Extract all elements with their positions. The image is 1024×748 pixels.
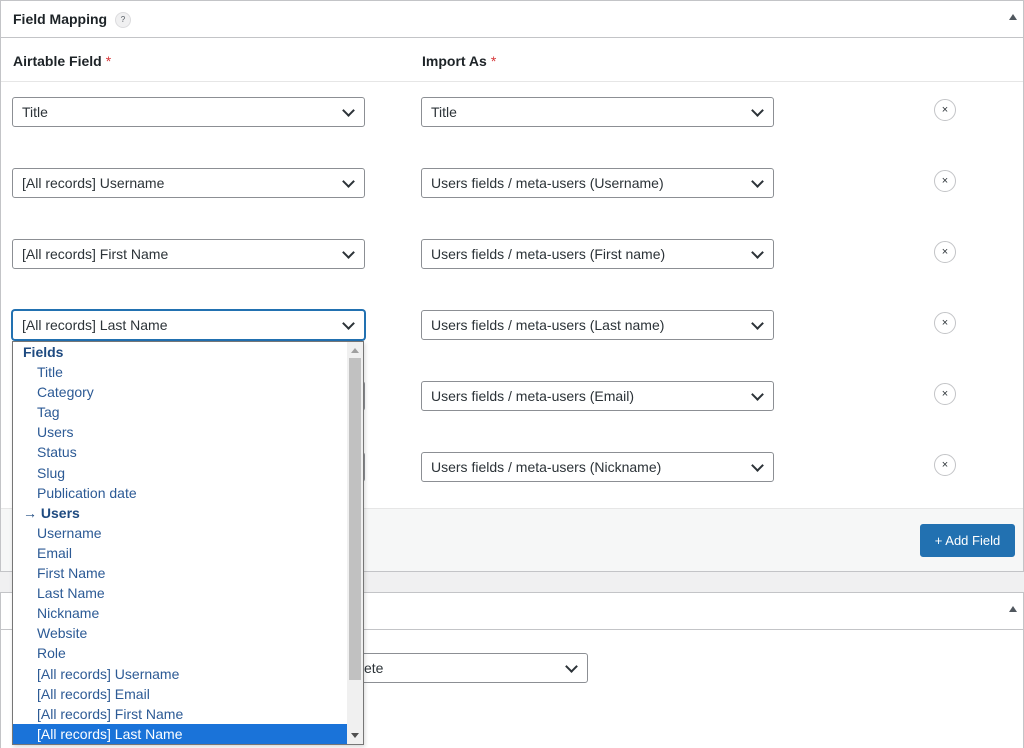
dropdown-option[interactable]: Publication date	[13, 483, 348, 503]
dropdown-option[interactable]: Tag	[13, 402, 348, 422]
mapping-row: [All records] Username Users fields / me…	[1, 153, 1023, 225]
dropdown-option[interactable]: Status	[13, 442, 348, 462]
dropdown-option[interactable]: Last Name	[13, 583, 348, 603]
chevron-down-icon	[751, 459, 764, 472]
chevron-down-icon	[751, 104, 764, 117]
scroll-down-arrow-icon[interactable]	[351, 733, 359, 738]
collapse-up-icon[interactable]	[1009, 606, 1017, 612]
chevron-down-icon	[342, 317, 355, 330]
chevron-down-icon	[751, 388, 764, 401]
select-value: Users fields / meta-users (Last name)	[431, 317, 665, 333]
collapse-up-icon[interactable]	[1009, 14, 1017, 20]
column-header-import-as: Import As *	[422, 53, 496, 69]
dropdown-option[interactable]: [All records] First Name	[13, 704, 348, 724]
panel-header[interactable]: Field Mapping ?	[1, 1, 1023, 38]
required-mark: *	[105, 53, 112, 69]
dropdown-option[interactable]: Category	[13, 382, 348, 402]
remove-row-button[interactable]: ×	[934, 312, 956, 334]
select-value: Title	[22, 104, 48, 120]
chevron-down-icon	[751, 246, 764, 259]
remove-row-button[interactable]: ×	[934, 99, 956, 121]
chevron-down-icon	[565, 660, 578, 673]
select-value: ete	[364, 660, 384, 676]
chevron-down-icon	[342, 175, 355, 188]
dropdown-option[interactable]: Email	[13, 543, 348, 563]
dropdown-option[interactable]: [All records] Last Name	[13, 723, 348, 744]
dropdown-option[interactable]: Title	[13, 362, 348, 382]
dropdown-option[interactable]: Slug	[13, 463, 348, 483]
dropdown-group-label: Fields	[23, 344, 64, 360]
required-mark: *	[490, 53, 497, 69]
dropdown-option[interactable]: Website	[13, 623, 348, 643]
panel-title: Field Mapping	[13, 11, 108, 27]
select-value: Users fields / meta-users (Nickname)	[431, 459, 662, 475]
import-as-select[interactable]: Users fields / meta-users (Last name)	[421, 310, 774, 340]
chevron-down-icon	[751, 175, 764, 188]
settings-select[interactable]: ete	[341, 653, 588, 683]
dropdown-scrollbar[interactable]	[347, 342, 363, 744]
dropdown-option[interactable]: Nickname	[13, 603, 348, 623]
dropdown-option[interactable]: First Name	[13, 563, 348, 583]
mapping-row: Title Title ×	[1, 82, 1023, 154]
dropdown-option[interactable]: [All records] Username	[13, 664, 348, 684]
select-value: [All records] First Name	[22, 246, 169, 262]
dropdown-option[interactable]: Username	[13, 523, 348, 543]
import-as-select[interactable]: Users fields / meta-users (Nickname)	[421, 452, 774, 482]
select-value: Title	[431, 104, 457, 120]
dropdown-option[interactable]: [All records] Email	[13, 684, 348, 704]
remove-row-button[interactable]: ×	[934, 170, 956, 192]
remove-row-button[interactable]: ×	[934, 241, 956, 263]
airtable-field-select[interactable]: Title	[12, 97, 365, 127]
remove-row-button[interactable]: ×	[934, 454, 956, 476]
dropdown-option[interactable]: Role	[13, 643, 348, 663]
airtable-field-dropdown-list[interactable]: Fields Title Category Tag Users Status Slug Pub…	[12, 341, 364, 745]
airtable-field-select[interactable]: [All records] First Name	[12, 239, 365, 269]
import-as-select[interactable]: Users fields / meta-users (Email)	[421, 381, 774, 411]
column-header-airtable-field: Airtable Field *	[13, 53, 111, 69]
mapping-row: [All records] First Name Users fields / …	[1, 224, 1023, 296]
dropdown-option[interactable]: Users	[13, 422, 348, 442]
airtable-field-select[interactable]: [All records] Username	[12, 168, 365, 198]
import-as-select[interactable]: Title	[421, 97, 774, 127]
dropdown-group-label: → Users	[23, 504, 80, 521]
column-label: Import As	[422, 53, 487, 69]
chevron-down-icon	[751, 317, 764, 330]
scrollbar-thumb[interactable]	[349, 358, 361, 680]
import-as-select[interactable]: Users fields / meta-users (Username)	[421, 168, 774, 198]
select-value: Users fields / meta-users (Email)	[431, 388, 635, 404]
column-label: Airtable Field	[13, 53, 102, 69]
chevron-down-icon	[342, 104, 355, 117]
dropdown-options: Fields Title Category Tag Users Status Slug Pub…	[13, 342, 348, 744]
remove-row-button[interactable]: ×	[934, 383, 956, 405]
import-as-select[interactable]: Users fields / meta-users (First name)	[421, 239, 774, 269]
chevron-down-icon	[342, 246, 355, 259]
add-field-button[interactable]: + Add Field	[920, 524, 1015, 557]
airtable-field-select[interactable]: [All records] Last Name	[12, 310, 365, 340]
help-icon[interactable]: ?	[115, 12, 131, 28]
select-value: Users fields / meta-users (First name)	[431, 246, 666, 262]
select-value: [All records] Last Name	[22, 317, 168, 333]
scroll-up-arrow-icon[interactable]	[351, 348, 359, 353]
select-value: Users fields / meta-users (Username)	[431, 175, 664, 191]
select-value: [All records] Username	[22, 175, 165, 191]
